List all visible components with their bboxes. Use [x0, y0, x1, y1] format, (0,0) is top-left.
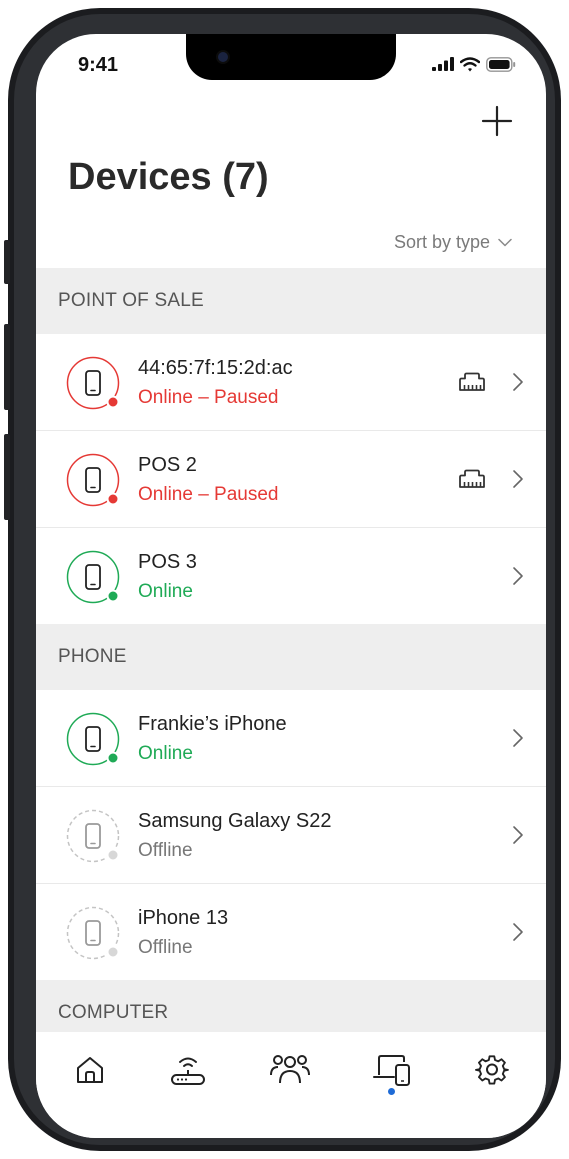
wifi-icon [460, 56, 480, 71]
add-device-button[interactable] [480, 104, 514, 138]
people-icon [270, 1055, 310, 1084]
battery-icon [486, 56, 516, 72]
active-tab-indicator [388, 1088, 395, 1095]
device-status: Online – Paused [138, 484, 279, 505]
device-info: POS 2 Online – Paused [138, 451, 279, 509]
device-status: Online [138, 743, 193, 764]
device-row[interactable]: Samsung Galaxy S22 Offline [36, 787, 546, 884]
device-avatar [66, 906, 120, 960]
device-row[interactable]: iPhone 13 Offline [36, 884, 546, 980]
section-header: COMPUTER [36, 980, 546, 1032]
tab-settings[interactable] [468, 1046, 516, 1094]
volume-down-button [4, 434, 10, 520]
sort-dropdown[interactable]: Sort by type [394, 232, 512, 253]
chevron-right-icon [513, 826, 523, 844]
gear-icon [475, 1055, 509, 1085]
device-list[interactable]: POINT OF SALE 44:65:7f:15:2d:ac Online – P… [36, 268, 546, 1032]
phone-icon [85, 564, 101, 590]
tab-home[interactable] [66, 1046, 114, 1094]
chevron-right-icon [513, 567, 523, 585]
tab-people[interactable] [266, 1046, 314, 1094]
device-avatar [66, 809, 120, 863]
tab-devices[interactable] [368, 1046, 416, 1094]
mute-switch [4, 240, 10, 284]
status-time: 9:41 [78, 54, 119, 76]
device-name: Frankie’s iPhone [138, 713, 287, 735]
status-dot [106, 589, 120, 603]
status-icons [432, 56, 516, 72]
device-name: Samsung Galaxy S22 [138, 810, 332, 832]
device-row[interactable]: Frankie’s iPhone Online [36, 690, 546, 787]
status-dot [106, 751, 120, 765]
camera [216, 50, 230, 64]
chevron-down-icon [498, 238, 512, 247]
devices-icon [373, 1055, 410, 1086]
device-info: Frankie’s iPhone Online [138, 710, 287, 768]
device-row[interactable]: POS 2 Online – Paused [36, 431, 546, 528]
chevron-right-icon [513, 373, 523, 391]
phone-icon [85, 823, 101, 849]
device-row[interactable]: POS 3 Online [36, 528, 546, 624]
phone-icon [85, 920, 101, 946]
status-dot [106, 492, 120, 506]
device-name: POS 3 [138, 551, 197, 573]
device-avatar [66, 356, 120, 410]
chevron-right-icon [513, 470, 523, 488]
phone-icon [85, 467, 101, 493]
phone-screen: 9:41 Devices (7) Sort by type POINT OF S… [36, 34, 546, 1138]
device-name: POS 2 [138, 454, 197, 476]
router-icon [171, 1057, 205, 1085]
device-row[interactable]: 44:65:7f:15:2d:ac Online – Paused [36, 334, 546, 431]
device-status: Offline [138, 937, 193, 958]
home-icon [77, 1057, 103, 1083]
device-info: Samsung Galaxy S22 Offline [138, 807, 331, 865]
ethernet-icon [459, 469, 485, 488]
status-dot [106, 395, 120, 409]
notch [186, 34, 396, 80]
device-info: 44:65:7f:15:2d:ac Online – Paused [138, 354, 293, 412]
device-avatar [66, 712, 120, 766]
tab-network[interactable] [164, 1046, 212, 1094]
device-status: Online – Paused [138, 387, 279, 408]
device-info: iPhone 13 Offline [138, 904, 228, 962]
sort-label: Sort by type [393, 232, 490, 252]
cellular-signal-icon [432, 57, 454, 71]
chevron-right-icon [513, 729, 523, 747]
device-status: Online [138, 581, 193, 602]
page-title: Devices (7) [68, 156, 269, 198]
device-avatar [66, 453, 120, 507]
section-header: POINT OF SALE [36, 268, 546, 334]
device-name: iPhone 13 [138, 907, 229, 929]
phone-icon [85, 370, 101, 396]
phone-icon [85, 726, 101, 752]
device-name: 44:65:7f:15:2d:ac [138, 357, 293, 379]
volume-up-button [4, 324, 10, 410]
status-dot [106, 848, 120, 862]
device-info: POS 3 Online [138, 548, 197, 606]
device-avatar [66, 550, 120, 604]
status-dot [106, 945, 120, 959]
device-status: Offline [138, 840, 193, 861]
chevron-right-icon [513, 923, 523, 941]
section-header: PHONE [36, 624, 546, 690]
ethernet-icon [459, 372, 485, 391]
